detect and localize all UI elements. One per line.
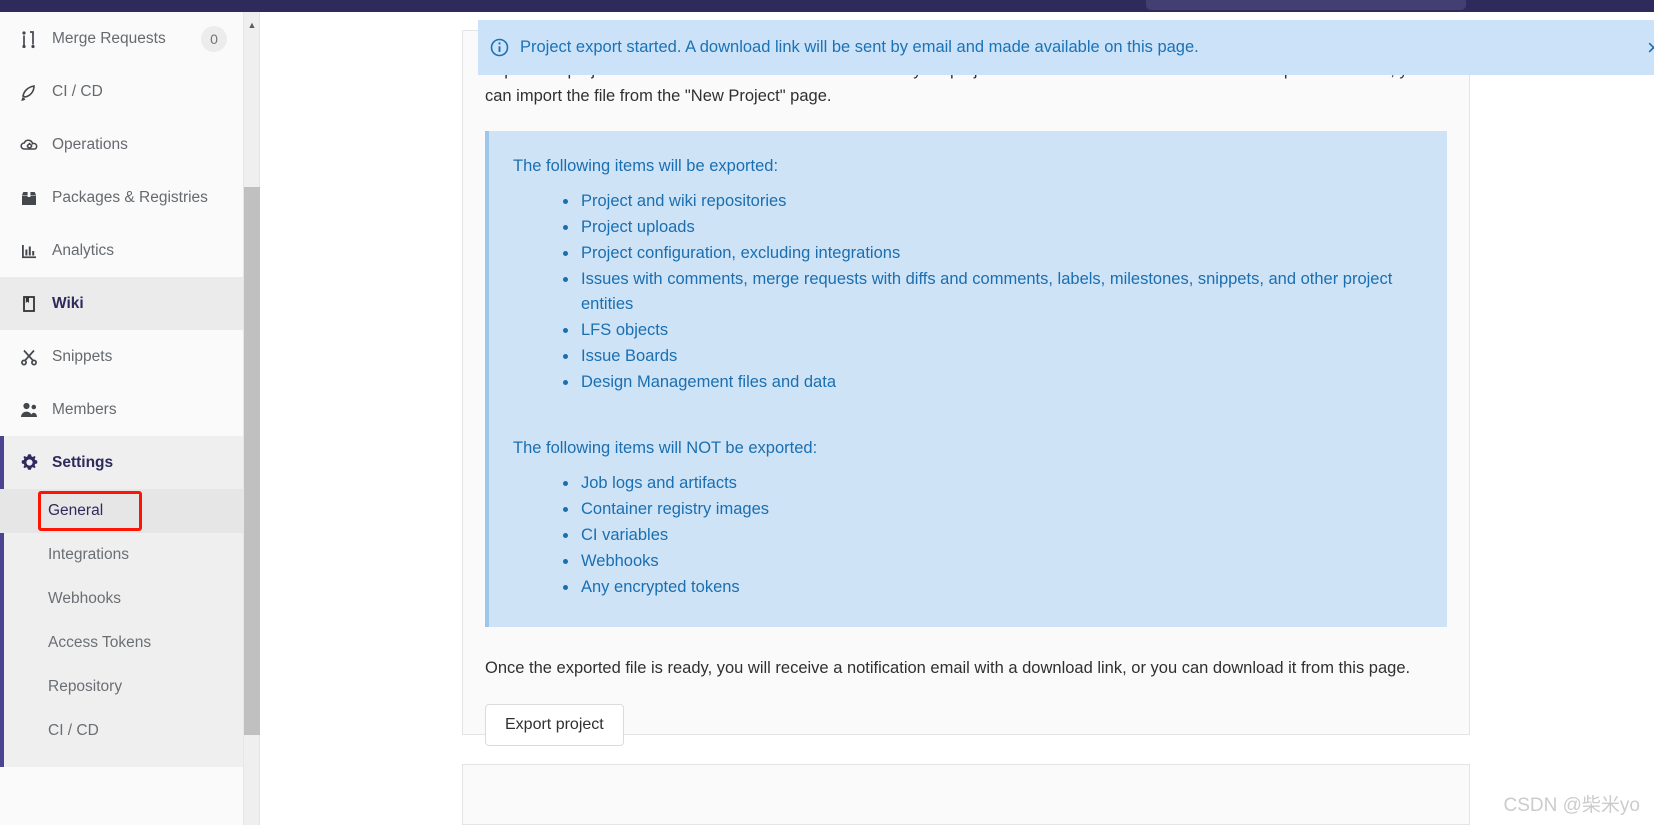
rocket-icon	[18, 81, 40, 103]
excluded-heading: The following items will NOT be exported…	[513, 439, 818, 457]
list-item: Project uploads	[561, 215, 1427, 240]
users-icon	[18, 399, 40, 421]
export-project-button[interactable]: Export project	[485, 704, 624, 746]
list-item: Project configuration, excluding integra…	[561, 241, 1427, 266]
chart-bar-icon	[18, 240, 40, 262]
sidebar-item-label: CI / CD	[52, 82, 103, 100]
book-icon	[18, 293, 40, 315]
sub-item-label: Access Tokens	[48, 634, 152, 651]
list-item: Issue Boards	[561, 344, 1427, 369]
top-navbar	[0, 0, 1654, 12]
list-item: Job logs and artifacts	[561, 471, 1427, 496]
sidebar-scrollbar-thumb[interactable]	[244, 187, 260, 735]
export-project-card-body: Export this project with all its related…	[463, 31, 1469, 768]
sidebar-item-label: Merge Requests	[52, 29, 166, 47]
sidebar-item-label: Analytics	[52, 241, 115, 259]
merge-requests-count-badge: 0	[201, 25, 227, 52]
sidebar-item-settings-repository[interactable]: Repository	[0, 665, 259, 709]
list-item: CI variables	[561, 523, 1427, 548]
panel-spacer	[513, 417, 1427, 435]
package-icon	[18, 187, 40, 209]
sidebar-item-ci-cd[interactable]: CI / CD	[0, 65, 259, 118]
list-item: LFS objects	[561, 318, 1427, 343]
cloud-gear-icon	[18, 134, 40, 156]
export-items-panel: The following items will be exported: Pr…	[485, 131, 1447, 627]
export-started-alert: Project export started. A download link …	[478, 20, 1654, 75]
alert-message: Project export started. A download link …	[520, 38, 1199, 56]
gitlab-project-settings-screen: Merge Requests 0 CI / CD Operations Pack…	[0, 0, 1654, 825]
sidebar-item-label: Wiki	[52, 294, 84, 312]
sub-item-label: Integrations	[48, 546, 129, 563]
sidebar-item-settings-webhooks[interactable]: Webhooks	[0, 577, 259, 621]
sidebar-item-members[interactable]: Members	[0, 383, 259, 436]
sidebar-item-wiki[interactable]: Wiki	[0, 277, 259, 330]
export-project-card: Export this project with all its related…	[462, 30, 1470, 746]
sub-item-label: Repository	[48, 678, 123, 695]
sidebar-item-settings-ci-cd[interactable]: CI / CD	[0, 709, 259, 753]
sidebar-item-merge-requests[interactable]: Merge Requests 0	[0, 12, 259, 65]
list-item: Issues with comments, merge requests wit…	[561, 267, 1427, 317]
list-item: Design Management files and data	[561, 370, 1427, 395]
main-content: Export this project with all its related…	[260, 12, 1654, 825]
scroll-up-arrow-icon[interactable]: ▲	[244, 17, 260, 33]
sub-item-label: General	[48, 502, 104, 519]
watermark-text: CSDN @柴米yo	[1503, 795, 1640, 816]
settings-subnav: General Integrations Webhooks Access Tok…	[0, 489, 259, 767]
sidebar-item-settings-integrations[interactable]: Integrations	[0, 533, 259, 577]
sidebar-item-settings-general[interactable]: General	[0, 489, 259, 533]
project-sidebar: Merge Requests 0 CI / CD Operations Pack…	[0, 12, 260, 825]
sidebar-item-snippets[interactable]: Snippets	[0, 330, 259, 383]
sub-item-label: Webhooks	[48, 590, 121, 607]
list-item: Project and wiki repositories	[561, 189, 1427, 214]
gear-icon	[18, 452, 40, 474]
global-search-input[interactable]	[1146, 0, 1466, 10]
info-circle-icon	[489, 37, 510, 58]
included-items-list: Project and wiki repositories Project up…	[513, 189, 1427, 395]
sidebar-item-label: Settings	[52, 453, 114, 471]
excluded-items-list: Job logs and artifacts Container registr…	[513, 471, 1427, 600]
sidebar-item-label: Snippets	[52, 347, 113, 365]
included-heading: The following items will be exported:	[513, 157, 779, 175]
sidebar-item-packages-registries[interactable]: Packages & Registries	[0, 171, 259, 224]
list-item: Webhooks	[561, 549, 1427, 574]
close-icon[interactable]: ×	[1647, 36, 1654, 59]
list-item: Container registry images	[561, 497, 1427, 522]
export-tail-text: Once the exported file is ready, you wil…	[485, 659, 1411, 677]
merge-request-icon	[18, 28, 40, 50]
sidebar-item-label: Packages & Registries	[52, 188, 208, 206]
sub-item-label: CI / CD	[48, 722, 99, 739]
sidebar-item-label: Members	[52, 400, 117, 418]
sidebar-item-operations[interactable]: Operations	[0, 118, 259, 171]
sidebar-scrollbar-track[interactable]: ▲	[243, 12, 260, 825]
scissors-icon	[18, 346, 40, 368]
sidebar-item-settings[interactable]: Settings	[0, 436, 259, 489]
list-item: Any encrypted tokens	[561, 575, 1427, 600]
sidebar-item-settings-access-tokens[interactable]: Access Tokens	[0, 621, 259, 665]
sidebar-item-analytics[interactable]: Analytics	[0, 224, 259, 277]
sidebar-item-label: Operations	[52, 135, 128, 153]
next-settings-card	[462, 764, 1470, 825]
